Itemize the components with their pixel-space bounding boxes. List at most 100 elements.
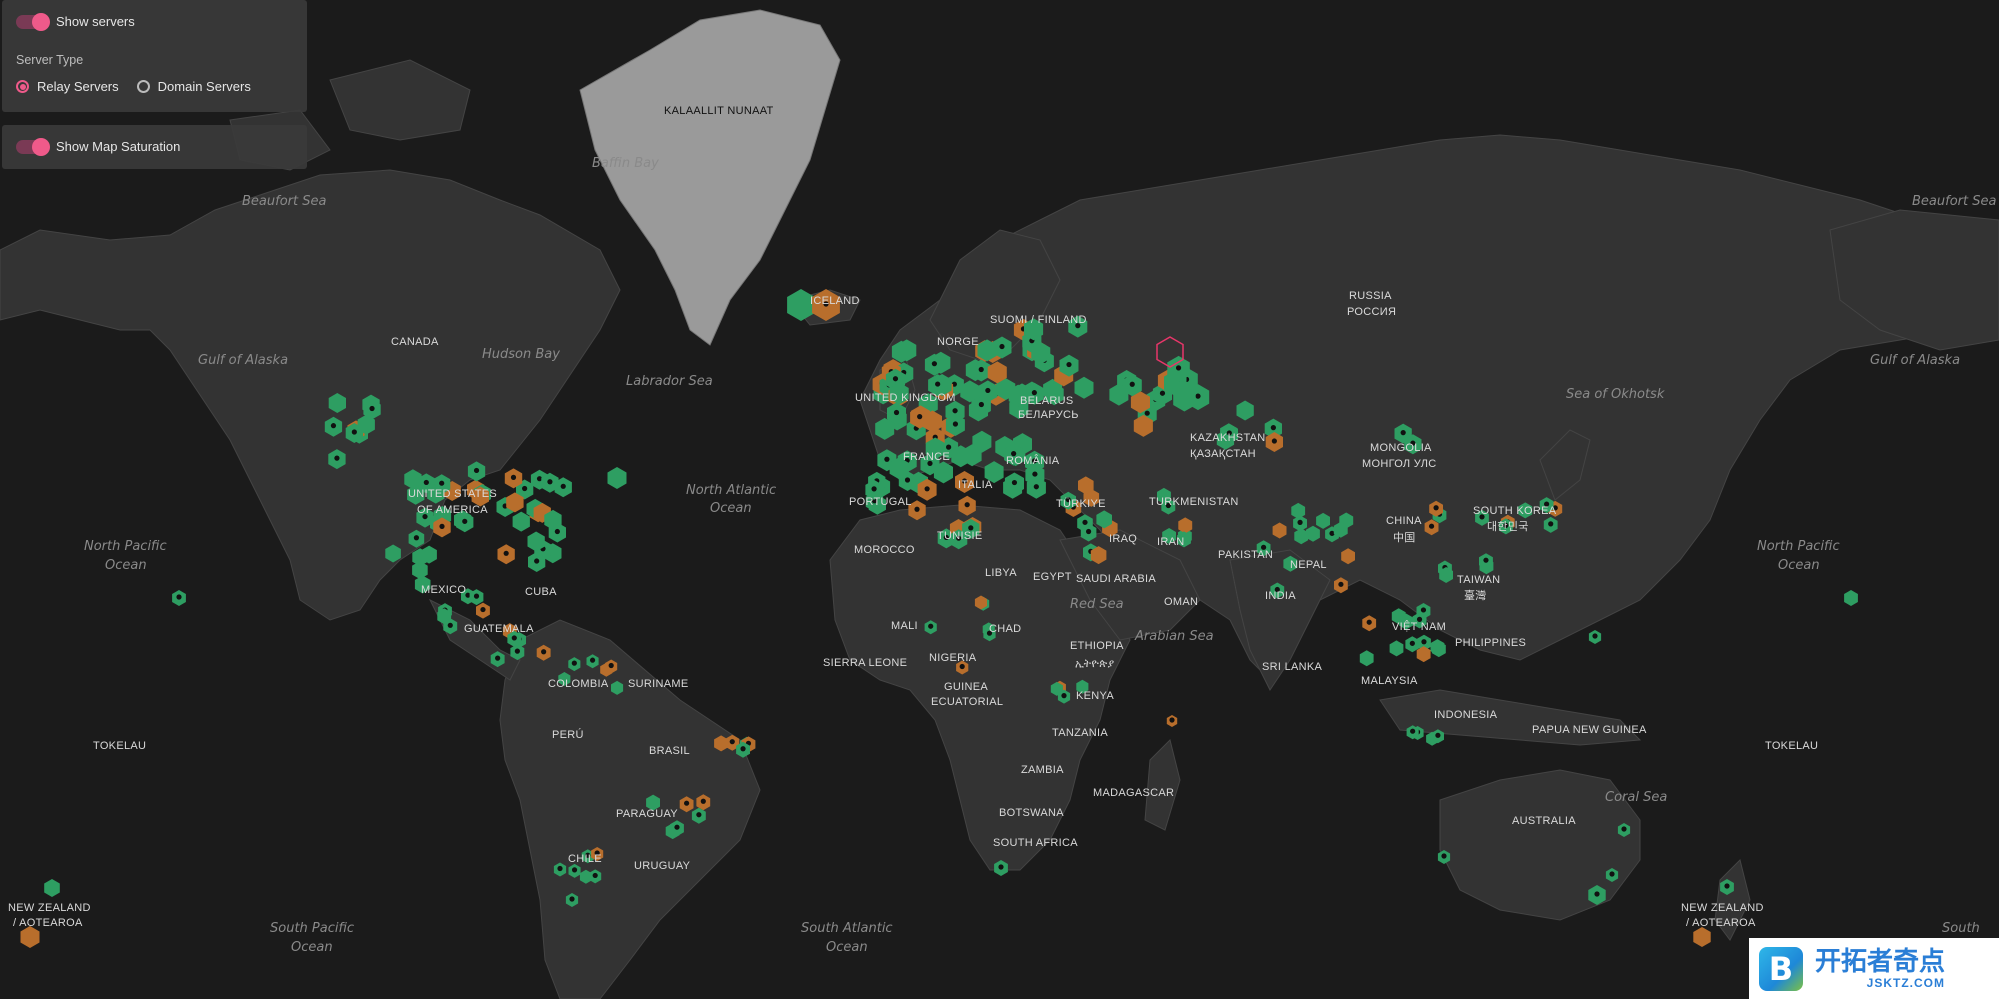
server-pin-icon[interactable]	[893, 409, 900, 416]
server-pin-icon[interactable]	[684, 800, 690, 806]
server-pin-icon[interactable]	[978, 366, 984, 373]
server-pin-icon[interactable]	[892, 376, 899, 382]
server-pin-icon[interactable]	[439, 480, 445, 486]
server-pin-icon[interactable]	[1609, 871, 1615, 877]
server-pin-icon[interactable]	[1085, 528, 1092, 535]
server-pin-icon[interactable]	[1011, 479, 1018, 486]
server-pin-icon[interactable]	[554, 528, 560, 535]
server-pin-icon[interactable]	[998, 864, 1004, 870]
server-pin-icon[interactable]	[1594, 891, 1600, 897]
show-servers-toggle[interactable]	[16, 12, 50, 31]
server-pin-icon[interactable]	[1195, 393, 1201, 399]
server-pin-icon[interactable]	[351, 429, 357, 435]
server-pin-icon[interactable]	[473, 593, 480, 599]
server-pin-icon[interactable]	[447, 622, 453, 628]
server-pin-icon[interactable]	[589, 657, 596, 663]
server-pin-icon[interactable]	[592, 872, 598, 879]
server-pin-icon[interactable]	[423, 479, 429, 486]
server-pin-icon[interactable]	[547, 479, 553, 485]
server-pin-icon[interactable]	[495, 655, 501, 661]
server-pin-icon[interactable]	[700, 798, 706, 804]
server-pin-icon[interactable]	[1175, 365, 1182, 371]
server-pin-icon[interactable]	[413, 535, 420, 541]
server-pin-icon[interactable]	[924, 486, 930, 492]
server-pin-icon[interactable]	[1338, 581, 1344, 587]
server-pin-icon[interactable]	[1400, 430, 1406, 436]
server-pin-icon[interactable]	[462, 518, 468, 524]
server-pin-icon[interactable]	[176, 594, 182, 600]
server-pin-icon[interactable]	[1066, 361, 1072, 368]
server-pin-icon[interactable]	[334, 455, 340, 461]
server-pin-icon[interactable]	[541, 649, 547, 655]
server-pin-icon[interactable]	[330, 423, 337, 429]
server-pin-icon[interactable]	[1032, 471, 1038, 477]
server-pin-icon[interactable]	[1410, 728, 1416, 734]
server-pin-icon[interactable]	[1435, 732, 1441, 738]
server-pin-icon[interactable]	[740, 746, 746, 752]
server-pin-icon[interactable]	[1366, 619, 1372, 625]
server-pin-icon[interactable]	[1033, 484, 1039, 490]
server-pin-icon[interactable]	[674, 824, 680, 830]
server-pin-icon[interactable]	[1548, 521, 1554, 527]
server-pin-icon[interactable]	[952, 408, 958, 414]
server-pin-icon[interactable]	[1159, 390, 1166, 396]
show-servers-toggle-row[interactable]: Show servers	[16, 12, 135, 31]
server-pin-icon[interactable]	[985, 387, 991, 394]
server-pin-icon[interactable]	[964, 502, 970, 508]
server-pin-icon[interactable]	[534, 558, 540, 564]
server-pin-icon[interactable]	[608, 662, 614, 669]
server-pin-icon[interactable]	[1441, 853, 1447, 859]
server-pin-icon[interactable]	[571, 660, 577, 666]
server-pin-icon[interactable]	[1169, 717, 1175, 723]
server-pin-icon[interactable]	[1592, 633, 1598, 639]
server-pin-icon[interactable]	[871, 486, 877, 492]
show-saturation-toggle[interactable]	[16, 137, 50, 156]
server-pin-icon[interactable]	[522, 485, 528, 492]
server-pin-icon[interactable]	[917, 414, 923, 420]
server-pin-icon[interactable]	[1144, 410, 1150, 416]
server-pin-icon[interactable]	[571, 867, 578, 873]
server-pin-icon[interactable]	[931, 361, 937, 367]
server-pin-icon[interactable]	[696, 812, 702, 818]
server-pin-icon[interactable]	[952, 421, 959, 427]
server-pin-icon[interactable]	[1421, 639, 1427, 645]
server-pin-icon[interactable]	[1270, 425, 1276, 431]
server-pin-icon[interactable]	[511, 635, 517, 641]
server-pin-icon[interactable]	[946, 444, 952, 450]
domain-servers-label[interactable]: Domain Servers	[158, 79, 251, 94]
server-pin-icon[interactable]	[884, 456, 890, 462]
server-pin-icon[interactable]	[557, 865, 563, 872]
server-pin-icon[interactable]	[999, 343, 1005, 350]
server-pin-icon[interactable]	[369, 405, 375, 412]
show-saturation-toggle-row[interactable]: Show Map Saturation	[16, 137, 180, 156]
server-pin-icon[interactable]	[569, 896, 575, 902]
server-pin-icon[interactable]	[1428, 523, 1435, 529]
server-pin-icon[interactable]	[1061, 693, 1067, 699]
server-pin-icon[interactable]	[1621, 826, 1627, 832]
server-pin-icon[interactable]	[1271, 438, 1277, 444]
server-pin-icon[interactable]	[1082, 519, 1088, 525]
server-pin-icon[interactable]	[1409, 640, 1415, 646]
server-pin-icon[interactable]	[978, 401, 984, 408]
server-pin-icon[interactable]	[473, 467, 480, 474]
server-pin-icon[interactable]	[904, 477, 911, 483]
server-pin-icon[interactable]	[480, 606, 486, 613]
server-pin-icon[interactable]	[1129, 381, 1135, 387]
relay-servers-radio[interactable]	[16, 80, 29, 93]
server-pin-icon[interactable]	[439, 523, 445, 529]
server-pin-icon[interactable]	[510, 474, 517, 480]
server-pin-icon[interactable]	[959, 663, 965, 670]
server-pin-icon[interactable]	[928, 623, 934, 629]
server-pin-icon[interactable]	[514, 648, 520, 654]
server-pin-icon[interactable]	[1724, 883, 1730, 889]
server-pin-icon[interactable]	[1433, 505, 1439, 511]
server-pin-icon[interactable]	[914, 506, 920, 512]
server-pin-icon[interactable]	[1483, 557, 1489, 563]
server-pin-icon[interactable]	[1297, 519, 1303, 525]
server-pin-icon[interactable]	[935, 381, 941, 387]
server-pin-icon[interactable]	[503, 550, 509, 556]
server-pin-icon[interactable]	[729, 739, 735, 745]
domain-servers-radio[interactable]	[136, 80, 150, 93]
server-pin-icon[interactable]	[1420, 607, 1427, 613]
server-pin-icon[interactable]	[560, 483, 566, 489]
